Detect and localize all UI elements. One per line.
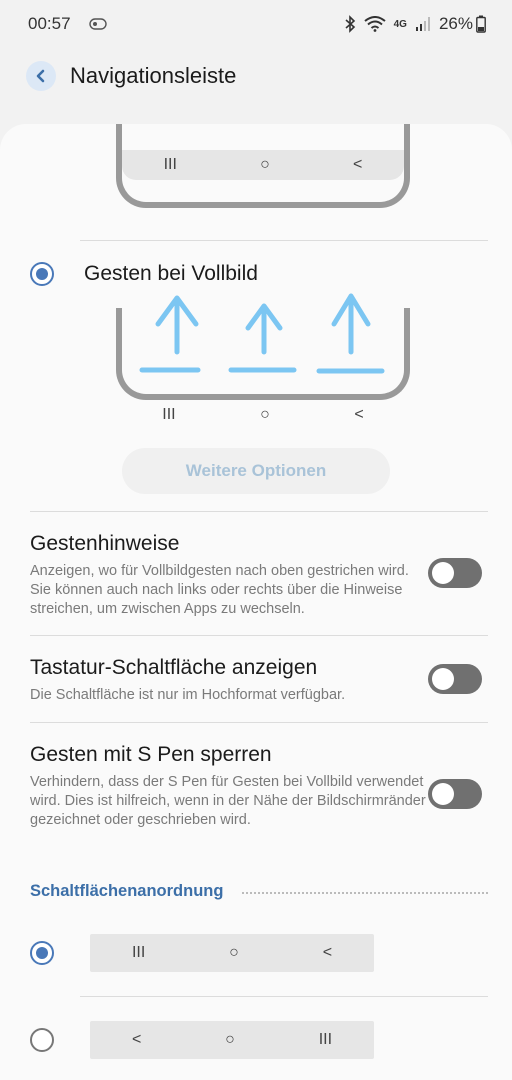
nav-home-icon: ○ (229, 944, 239, 961)
battery-percent: 26% (438, 14, 473, 33)
divider (80, 996, 488, 997)
status-bar: 00:57 4G 26% (0, 0, 512, 48)
wifi-icon (364, 16, 386, 32)
gestures-label: Gesten bei Vollbild (84, 262, 258, 285)
order-option-2-preview[interactable]: < ○ III (90, 1021, 374, 1059)
signal-icon (415, 16, 431, 32)
order-option-2-radio[interactable] (30, 1028, 54, 1052)
swipe-up-hints-icon (139, 293, 385, 374)
divider (30, 635, 488, 636)
nav-back-icon: < (353, 156, 363, 173)
dolby-icon (88, 17, 107, 31)
s-pen-lock-toggle[interactable] (428, 779, 482, 809)
nav-home-icon: ○ (260, 156, 270, 173)
keyboard-button-toggle[interactable] (428, 664, 482, 694)
gestures-radio[interactable] (30, 262, 54, 286)
setting-title: Gesten mit S Pen sperren (30, 743, 272, 766)
nav-back-icon: < (322, 944, 333, 961)
nav-back-icon: < (354, 406, 364, 423)
settings-card: III ○ < Gesten bei Vollbild III ○ < Weit… (0, 124, 512, 1080)
nav-recents-icon: III (163, 156, 177, 173)
setting-title: Gestenhinweise (30, 532, 180, 555)
setting-s-pen-lock[interactable]: Gesten mit S Pen sperren Verhindern, das… (30, 743, 430, 830)
order-option-1-radio[interactable] (30, 941, 54, 965)
setting-description: Anzeigen, wo für Vollbildgesten nach obe… (30, 563, 409, 617)
nav-recents-icon: III (318, 1031, 333, 1048)
order-option-1-preview[interactable]: III ○ < (90, 934, 374, 972)
bluetooth-icon (344, 15, 356, 33)
battery-icon (476, 15, 486, 33)
setting-description: Verhindern, dass der S Pen für Gesten be… (30, 774, 426, 828)
status-time: 00:57 (28, 14, 71, 33)
divider (30, 511, 488, 512)
nav-home-icon: ○ (225, 1031, 235, 1048)
setting-keyboard-button[interactable]: Tastatur-Schaltfläche anzeigen Die Schal… (30, 656, 430, 705)
divider (80, 240, 488, 241)
gesture-hints-toggle[interactable] (428, 558, 482, 588)
gestures-nav-row: III ○ < (120, 406, 406, 424)
buttons-preview-phone[interactable]: III ○ < (116, 124, 410, 208)
section-title: Schaltflächenanordnung (30, 882, 224, 900)
nav-recents-icon: III (162, 406, 176, 423)
nav-recents-icon: III (131, 944, 146, 961)
setting-description: Die Schaltfläche ist nur im Hochformat v… (30, 687, 346, 703)
nav-home-icon: ○ (260, 406, 270, 423)
setting-title: Tastatur-Schaltfläche anzeigen (30, 656, 318, 679)
network-type: 4G (393, 18, 407, 30)
divider (30, 722, 488, 723)
more-options-button[interactable]: Weitere Optionen (122, 448, 390, 494)
nav-back-icon: < (131, 1031, 142, 1048)
section-divider (242, 892, 488, 894)
app-bar: Navigationsleiste (0, 52, 512, 100)
setting-gesture-hints[interactable]: Gestenhinweise Anzeigen, wo für Vollbild… (30, 532, 430, 619)
page-title: Navigationsleiste (70, 63, 237, 88)
back-button[interactable] (26, 61, 56, 91)
chevron-left-icon (36, 69, 45, 83)
